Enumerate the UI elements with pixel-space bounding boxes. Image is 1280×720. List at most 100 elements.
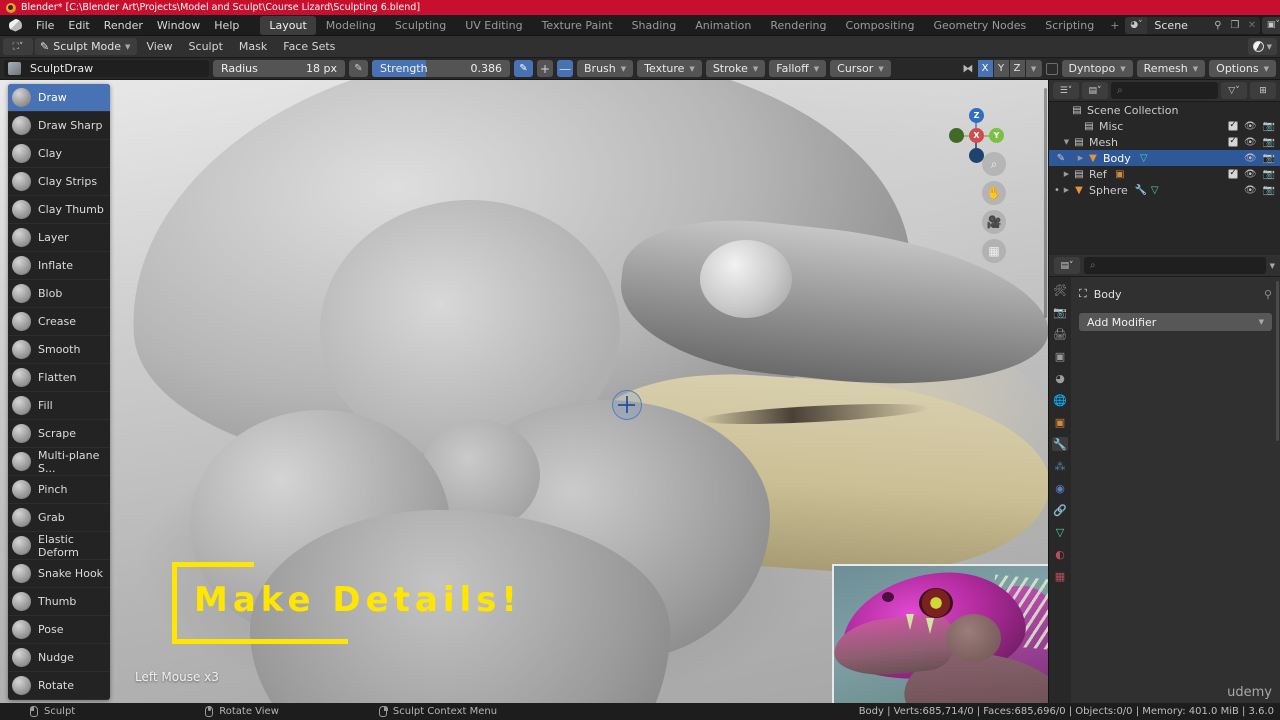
gizmo-axis-negy[interactable] [949,128,964,143]
exclude-checkbox[interactable] [1227,168,1238,179]
exclude-checkbox[interactable] [1227,120,1238,131]
radius-slider[interactable]: Radius 18 px [213,60,345,77]
cursor-dropdown[interactable]: Cursor ▼ [830,60,891,77]
chevron-down-icon[interactable]: ▼ [1270,262,1275,270]
tool-clay[interactable]: Clay [8,140,110,168]
tool-grab[interactable]: Grab [8,504,110,532]
tool-icon[interactable]: 🛠 [1052,283,1068,297]
camera-view-icon[interactable]: 🎥 [982,210,1006,234]
camera-icon[interactable]: 📷 [1263,169,1275,180]
outliner-row-sphere[interactable]: • ▶ ▼ Sphere 🔧 ▽ 👁 📷 [1049,182,1280,198]
expand-triangle-icon[interactable]: ▼ [1061,138,1072,146]
output-icon[interactable]: 🖨 [1052,327,1068,341]
zoom-icon[interactable]: ⌕ [982,152,1006,176]
menu-help[interactable]: Help [207,17,246,34]
pin-scene-icon[interactable]: ⚲ [1209,17,1226,34]
symmetry-axis-z[interactable]: Z [1009,60,1025,77]
eye-icon[interactable]: 👁 [1244,137,1257,148]
workspace-tab-uv-editing[interactable]: UV Editing [456,16,531,35]
workspace-add-button[interactable]: + [1104,16,1125,35]
tool-draw[interactable]: Draw [8,84,110,112]
filter-icon[interactable]: ▽˅ [1221,82,1247,99]
viewlayer-icon[interactable]: ▣˅ [1262,16,1280,34]
add-modifier-button[interactable]: Add Modifier ▼ [1079,313,1272,331]
new-scene-icon[interactable]: ❐ [1226,17,1243,34]
outliner-row-scene-collection[interactable]: ▤ Scene Collection [1049,102,1280,118]
workspace-tab-sculpting[interactable]: Sculpting [386,16,455,35]
expand-triangle-icon[interactable]: ▶ [1061,170,1072,178]
properties-editor-icon[interactable]: ▤˅ [1054,257,1080,274]
texture-dropdown[interactable]: Texture ▼ [637,60,702,77]
eye-icon[interactable]: 👁 [1244,185,1257,196]
camera-icon[interactable]: 📷 [1263,185,1275,196]
tool-multiplane-scrape[interactable]: Multi-plane S... [8,448,110,476]
scene-selector[interactable]: ◕˅ Scene ⚲ ❐ ✕ [1125,16,1261,34]
workspace-tab-geometry-nodes[interactable]: Geometry Nodes [924,16,1035,35]
outliner-row-ref[interactable]: ▶ ▤ Ref ▣ 👁 📷 [1049,166,1280,182]
outliner-row-mesh[interactable]: ▼ ▤ Mesh 👁 📷 [1049,134,1280,150]
tool-smooth[interactable]: Smooth [8,336,110,364]
gizmo-axis-x[interactable]: X [969,128,984,143]
expand-triangle-icon[interactable]: ▶ [1075,154,1086,162]
tool-scrape[interactable]: Scrape [8,420,110,448]
tool-pinch[interactable]: Pinch [8,476,110,504]
camera-icon[interactable]: 📷 [1263,137,1275,148]
menu-window[interactable]: Window [150,17,207,34]
hand-pan-icon[interactable]: ✋ [982,181,1006,205]
3d-viewport[interactable]: Right Orthographic (2) Body Centimeters … [0,80,1048,703]
outliner-row-body[interactable]: ✎ ▶ ▼ Body ▽ 👁 📷 [1049,150,1280,166]
eye-icon[interactable]: 👁 [1244,169,1257,180]
viewport-menu-mask[interactable]: Mask [232,38,274,55]
outliner-search-input[interactable]: ⌕ [1111,82,1218,99]
strength-slider[interactable]: Strength 0.386 [372,60,510,77]
tool-rotate[interactable]: Rotate [8,672,110,700]
delete-scene-icon[interactable]: ✕ [1243,17,1260,34]
symmetry-axis-y[interactable]: Y [993,60,1009,77]
radius-pressure-pen-icon[interactable]: ✎ [349,60,368,77]
tool-clay-strips[interactable]: Clay Strips [8,168,110,196]
menu-render[interactable]: Render [97,17,150,34]
workspace-tab-modeling[interactable]: Modeling [317,16,385,35]
pin-icon[interactable]: ⚲ [1264,288,1272,301]
view-layer-icon[interactable]: ▣ [1052,349,1068,363]
scene-icon[interactable]: ◕ [1052,371,1068,385]
workspace-tab-texture-paint[interactable]: Texture Paint [533,16,622,35]
scene-icon[interactable]: ◕˅ [1125,16,1148,34]
viewport-shading-selector[interactable]: ▼ [1247,38,1277,55]
grid-ortho-icon[interactable]: ▦ [982,239,1006,263]
menu-edit[interactable]: Edit [61,17,96,34]
workspace-tab-layout[interactable]: Layout [260,15,316,35]
menu-file[interactable]: File [29,17,61,34]
mode-selector[interactable]: ✎ Sculpt Mode ▼ [35,38,138,55]
dyntopo-dropdown[interactable]: Dyntopo ▼ [1061,60,1133,77]
tool-elastic-deform[interactable]: Elastic Deform [8,532,110,560]
workspace-tab-shading[interactable]: Shading [623,16,686,35]
workspace-tab-animation[interactable]: Animation [686,16,760,35]
tool-blob[interactable]: Blob [8,280,110,308]
workspace-tab-compositing[interactable]: Compositing [837,16,924,35]
expand-triangle-icon[interactable]: ▶ [1061,186,1072,194]
render-icon[interactable]: 📷 [1052,305,1068,319]
outliner-editor-type-icon[interactable]: ☰˅ [1053,82,1079,99]
tool-snake-hook[interactable]: Snake Hook [8,560,110,588]
camera-icon[interactable]: 📷 [1263,153,1275,164]
properties-scrollbar[interactable] [1276,281,1279,441]
particles-icon[interactable]: ⁂ [1052,459,1068,473]
tool-crease[interactable]: Crease [8,308,110,336]
stroke-dropdown[interactable]: Stroke ▼ [705,60,766,77]
constraints-icon[interactable]: 🔗 [1052,503,1068,517]
viewport-scrollbar[interactable] [1044,88,1047,318]
exclude-checkbox[interactable] [1227,136,1238,147]
remesh-dropdown[interactable]: Remesh ▼ [1136,60,1206,77]
tool-pose[interactable]: Pose [8,616,110,644]
texture-icon[interactable]: ▦ [1052,569,1068,583]
workspace-tab-scripting[interactable]: Scripting [1036,16,1103,35]
tool-nudge[interactable]: Nudge [8,644,110,672]
viewport-menu-view[interactable]: View [139,38,179,55]
outliner-display-mode-icon[interactable]: ▤˅ [1082,82,1108,99]
camera-icon[interactable]: 📷 [1263,121,1275,132]
object-icon[interactable]: ▣ [1052,415,1068,429]
eye-icon[interactable]: 👁 [1244,153,1257,164]
brush-subtract-button[interactable]: — [557,60,573,77]
viewport-menu-face-sets[interactable]: Face Sets [276,38,342,55]
